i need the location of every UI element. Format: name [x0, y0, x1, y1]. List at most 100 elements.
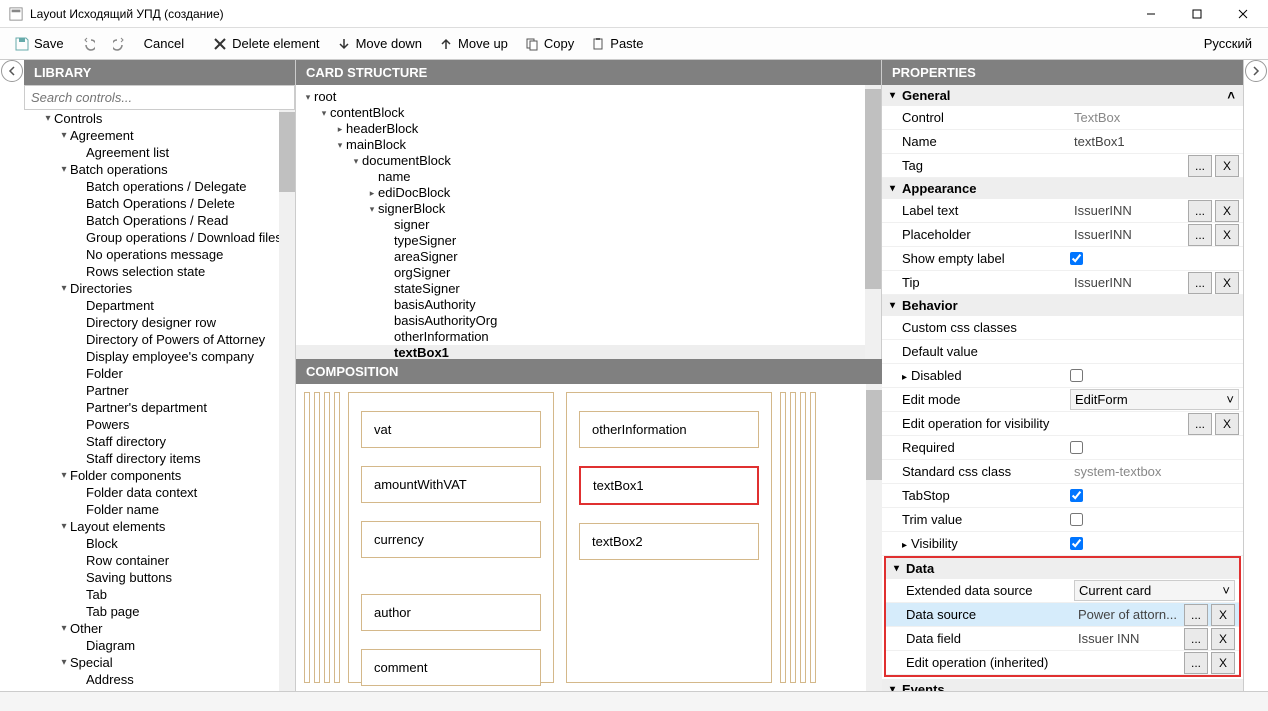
- tree-leaf[interactable]: Folder data context: [24, 484, 295, 501]
- language-selector[interactable]: Русский: [1196, 33, 1260, 54]
- show-empty-checkbox[interactable]: [1070, 252, 1083, 265]
- comp-slot[interactable]: [304, 392, 310, 683]
- section-events[interactable]: ▾Events: [882, 679, 1243, 691]
- comp-item-comment[interactable]: comment: [361, 649, 541, 686]
- scrollbar-thumb[interactable]: [865, 89, 881, 289]
- tree-leaf[interactable]: No operations message: [24, 246, 295, 263]
- cs-node-root[interactable]: ▾root: [296, 89, 881, 105]
- maximize-button[interactable]: [1174, 0, 1220, 28]
- collapse-left-button[interactable]: [1, 60, 23, 82]
- search-input[interactable]: [24, 85, 295, 110]
- editmode-select[interactable]: EditForm˅: [1070, 389, 1239, 410]
- tree-leaf[interactable]: Agreement list: [24, 144, 295, 161]
- cancel-button[interactable]: Cancel: [138, 33, 190, 54]
- save-button[interactable]: Save: [8, 33, 70, 55]
- cs-leaf[interactable]: name: [296, 169, 881, 185]
- tree-leaf[interactable]: Directory of Powers of Attorney: [24, 331, 295, 348]
- clear-button[interactable]: X: [1215, 272, 1239, 294]
- cs-leaf-selected[interactable]: textBox1: [296, 345, 881, 359]
- composition-scrollbar[interactable]: [866, 384, 882, 691]
- tree-leaf[interactable]: Batch operations / Delegate: [24, 178, 295, 195]
- tree-node-batch-ops[interactable]: ▾Batch operations: [24, 161, 295, 178]
- comp-column[interactable]: otherInformation textBox1 textBox2: [566, 392, 772, 683]
- scrollbar-thumb[interactable]: [279, 112, 295, 192]
- comp-slot[interactable]: [810, 392, 816, 683]
- comp-item-amountwithvat[interactable]: amountWithVAT: [361, 466, 541, 503]
- caret-right-icon[interactable]: ▸: [902, 372, 907, 383]
- properties-body[interactable]: ▾General˄ ControlTextBox NametextBox1 Ta…: [882, 85, 1243, 691]
- ellipsis-button[interactable]: ...: [1188, 272, 1212, 294]
- clear-button[interactable]: X: [1215, 224, 1239, 246]
- ellipsis-button[interactable]: ...: [1184, 604, 1208, 626]
- tree-leaf[interactable]: Group operations / Download files: [24, 229, 295, 246]
- cs-node[interactable]: ▸ediDocBlock: [296, 185, 881, 201]
- tree-leaf[interactable]: Tab page: [24, 603, 295, 620]
- cs-node[interactable]: ▾contentBlock: [296, 105, 881, 121]
- cs-node[interactable]: ▾signerBlock: [296, 201, 881, 217]
- required-checkbox[interactable]: [1070, 441, 1083, 454]
- tree-node-agreement[interactable]: ▾Agreement: [24, 127, 295, 144]
- close-button[interactable]: [1220, 0, 1266, 28]
- tree-leaf[interactable]: Folder: [24, 365, 295, 382]
- collapse-right-button[interactable]: [1245, 60, 1267, 82]
- tree-node-layout-elems[interactable]: ▾Layout elements: [24, 518, 295, 535]
- tree-leaf[interactable]: Department: [24, 297, 295, 314]
- delete-element-button[interactable]: Delete element: [206, 33, 325, 55]
- comp-slot[interactable]: [314, 392, 320, 683]
- tree-leaf[interactable]: Partner's department: [24, 399, 295, 416]
- tree-leaf[interactable]: Folder name: [24, 501, 295, 518]
- tabstop-checkbox[interactable]: [1070, 489, 1083, 502]
- tree-leaf[interactable]: Diagram: [24, 637, 295, 654]
- move-down-button[interactable]: Move down: [330, 33, 428, 55]
- clear-button[interactable]: X: [1211, 652, 1235, 674]
- disabled-checkbox[interactable]: [1070, 369, 1083, 382]
- collapse-icon[interactable]: ˄: [1227, 88, 1235, 103]
- ellipsis-button[interactable]: ...: [1188, 155, 1212, 177]
- cs-leaf[interactable]: signer: [296, 217, 881, 233]
- ellipsis-button[interactable]: ...: [1184, 652, 1208, 674]
- cs-leaf[interactable]: otherInformation: [296, 329, 881, 345]
- clear-button[interactable]: X: [1215, 200, 1239, 222]
- tree-leaf[interactable]: Row container: [24, 552, 295, 569]
- cs-leaf[interactable]: typeSigner: [296, 233, 881, 249]
- library-scrollbar[interactable]: [279, 110, 295, 691]
- section-general[interactable]: ▾General˄: [882, 85, 1243, 106]
- cs-leaf[interactable]: orgSigner: [296, 265, 881, 281]
- card-structure-tree[interactable]: ▾root ▾contentBlock ▸headerBlock ▾mainBl…: [296, 85, 881, 359]
- tree-node-other[interactable]: ▾Other: [24, 620, 295, 637]
- tree-leaf[interactable]: Staff directory: [24, 433, 295, 450]
- section-behavior[interactable]: ▾Behavior: [882, 295, 1243, 316]
- cs-node[interactable]: ▾mainBlock: [296, 137, 881, 153]
- comp-item-textbox2[interactable]: textBox2: [579, 523, 759, 560]
- cardstruct-scrollbar[interactable]: [865, 85, 881, 359]
- scrollbar-thumb[interactable]: [866, 390, 882, 480]
- clear-button[interactable]: X: [1215, 155, 1239, 177]
- comp-item-otherinformation[interactable]: otherInformation: [579, 411, 759, 448]
- comp-slot[interactable]: [324, 392, 330, 683]
- tree-leaf[interactable]: Address: [24, 671, 295, 688]
- tree-leaf[interactable]: Autoconsolidation: [24, 688, 295, 691]
- tree-leaf[interactable]: Staff directory items: [24, 450, 295, 467]
- clear-button[interactable]: X: [1211, 628, 1235, 650]
- undo-button[interactable]: [74, 33, 102, 55]
- tree-node-controls[interactable]: ▾Controls: [24, 110, 295, 127]
- tree-leaf[interactable]: Batch Operations / Read: [24, 212, 295, 229]
- tree-leaf[interactable]: Batch Operations / Delete: [24, 195, 295, 212]
- composition-canvas[interactable]: vat amountWithVAT currency author commen…: [296, 384, 882, 691]
- comp-item-textbox1-selected[interactable]: textBox1: [579, 466, 759, 505]
- caret-right-icon[interactable]: ▸: [902, 540, 907, 551]
- tree-leaf[interactable]: Saving buttons: [24, 569, 295, 586]
- tree-leaf[interactable]: Tab: [24, 586, 295, 603]
- tree-leaf[interactable]: Display employee's company: [24, 348, 295, 365]
- comp-slot[interactable]: [800, 392, 806, 683]
- comp-slot[interactable]: [334, 392, 340, 683]
- tree-leaf[interactable]: Block: [24, 535, 295, 552]
- comp-item-author[interactable]: author: [361, 594, 541, 631]
- comp-column[interactable]: vat amountWithVAT currency author commen…: [348, 392, 554, 683]
- cs-leaf[interactable]: basisAuthority: [296, 297, 881, 313]
- tree-node-directories[interactable]: ▾Directories: [24, 280, 295, 297]
- clear-button[interactable]: X: [1215, 413, 1239, 435]
- tree-leaf[interactable]: Partner: [24, 382, 295, 399]
- minimize-button[interactable]: [1128, 0, 1174, 28]
- redo-button[interactable]: [106, 33, 134, 55]
